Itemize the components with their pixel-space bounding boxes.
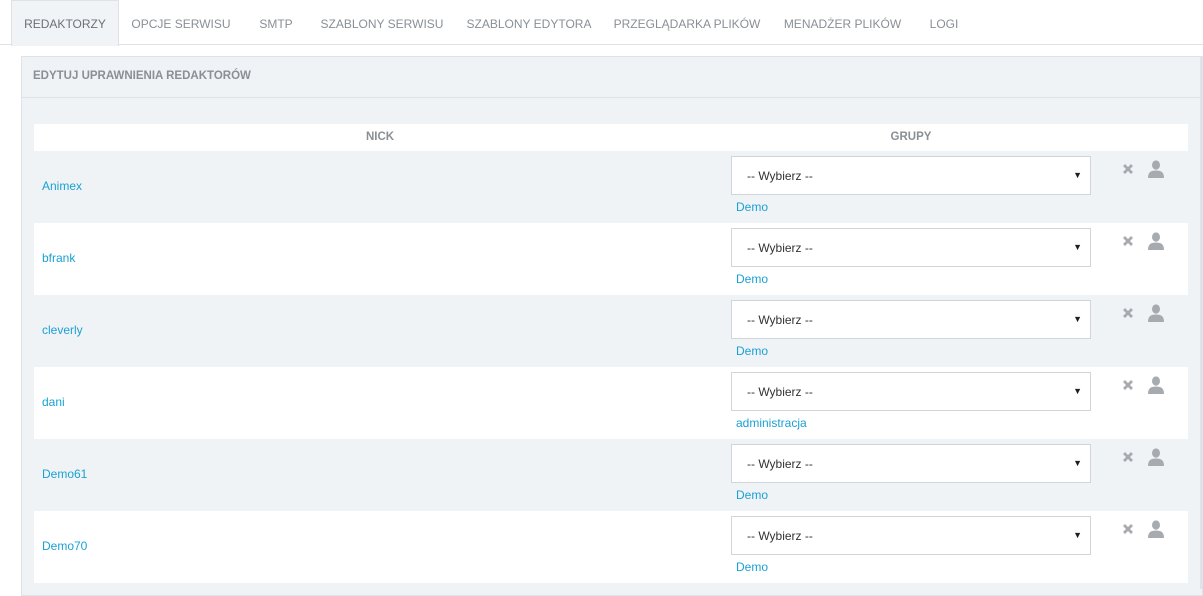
group-select-value: -- Wybierz --: [747, 169, 813, 183]
close-icon[interactable]: [1120, 161, 1136, 177]
group-select-value: -- Wybierz --: [747, 241, 813, 255]
tab-logi[interactable]: LOGI: [914, 0, 974, 45]
table-row: Demo61 -- Wybierz -- ▼ Demo: [34, 439, 1188, 511]
table-header: NICK GRUPY: [34, 124, 1188, 151]
close-icon[interactable]: [1120, 521, 1136, 537]
assigned-group-link[interactable]: Demo: [736, 344, 768, 358]
panel-title: EDYTUJ UPRAWNIENIA REDAKTORÓW: [33, 70, 251, 82]
tab-przegladarka-plikow[interactable]: PRZEGLĄDARKA PLIKÓW: [603, 0, 771, 45]
editor-nick-link[interactable]: Animex: [42, 179, 82, 193]
tab-bar: REDAKTORZY OPCJE SERWISU SMTP SZABLONY S…: [0, 0, 1203, 46]
close-icon[interactable]: [1120, 377, 1136, 393]
table-row: dani -- Wybierz -- ▼ administracja: [34, 367, 1188, 439]
assigned-group-link[interactable]: administracja: [736, 416, 807, 430]
table-row: Animex -- Wybierz -- ▼ Demo: [34, 151, 1188, 223]
column-header-nick: NICK: [365, 131, 395, 143]
group-select[interactable]: -- Wybierz -- ▼: [731, 300, 1091, 339]
tab-smtp[interactable]: SMTP: [243, 0, 309, 45]
user-icon[interactable]: [1146, 376, 1166, 394]
column-header-groups: GRUPY: [890, 131, 932, 143]
assigned-group-link[interactable]: Demo: [736, 560, 768, 574]
group-select[interactable]: -- Wybierz -- ▼: [731, 228, 1091, 267]
chevron-down-icon: ▼: [1073, 530, 1082, 540]
chevron-down-icon: ▼: [1073, 458, 1082, 468]
chevron-down-icon: ▼: [1073, 386, 1082, 396]
editor-nick-link[interactable]: dani: [42, 395, 65, 409]
assigned-group-link[interactable]: Demo: [736, 488, 768, 502]
group-select[interactable]: -- Wybierz -- ▼: [731, 156, 1091, 195]
editor-nick-link[interactable]: Demo61: [42, 467, 87, 481]
group-select-value: -- Wybierz --: [747, 457, 813, 471]
table-row: Demo70 -- Wybierz -- ▼ Demo: [34, 511, 1188, 583]
close-icon[interactable]: [1120, 305, 1136, 321]
user-icon[interactable]: [1146, 520, 1166, 538]
group-select-value: -- Wybierz --: [747, 529, 813, 543]
panel-divider: [22, 97, 1202, 98]
editor-nick-link[interactable]: cleverly: [42, 323, 83, 337]
assigned-group-link[interactable]: Demo: [736, 200, 768, 214]
tab-szablony-serwisu[interactable]: SZABLONY SERWISU: [309, 0, 455, 45]
chevron-down-icon: ▼: [1073, 242, 1082, 252]
table-row: cleverly -- Wybierz -- ▼ Demo: [34, 295, 1188, 367]
group-select[interactable]: -- Wybierz -- ▼: [731, 516, 1091, 555]
tab-opcje-serwisu[interactable]: OPCJE SERWISU: [119, 0, 243, 45]
user-icon[interactable]: [1146, 448, 1166, 466]
editor-nick-link[interactable]: Demo70: [42, 539, 87, 553]
chevron-down-icon: ▼: [1073, 170, 1082, 180]
group-select-value: -- Wybierz --: [747, 313, 813, 327]
user-icon[interactable]: [1146, 304, 1166, 322]
close-icon[interactable]: [1120, 233, 1136, 249]
tab-menadzer-plikow[interactable]: MENADŻER PLIKÓW: [771, 0, 914, 45]
tab-szablony-edytora[interactable]: SZABLONY EDYTORA: [455, 0, 603, 45]
user-icon[interactable]: [1146, 232, 1166, 250]
group-select[interactable]: -- Wybierz -- ▼: [731, 444, 1091, 483]
group-select-value: -- Wybierz --: [747, 385, 813, 399]
chevron-down-icon: ▼: [1073, 314, 1082, 324]
editor-nick-link[interactable]: bfrank: [42, 251, 75, 265]
group-select[interactable]: -- Wybierz -- ▼: [731, 372, 1091, 411]
tab-redaktorzy[interactable]: REDAKTORZY: [11, 0, 119, 46]
table-row: bfrank -- Wybierz -- ▼ Demo: [34, 223, 1188, 295]
close-icon[interactable]: [1120, 449, 1136, 465]
assigned-group-link[interactable]: Demo: [736, 272, 768, 286]
user-icon[interactable]: [1146, 160, 1166, 178]
